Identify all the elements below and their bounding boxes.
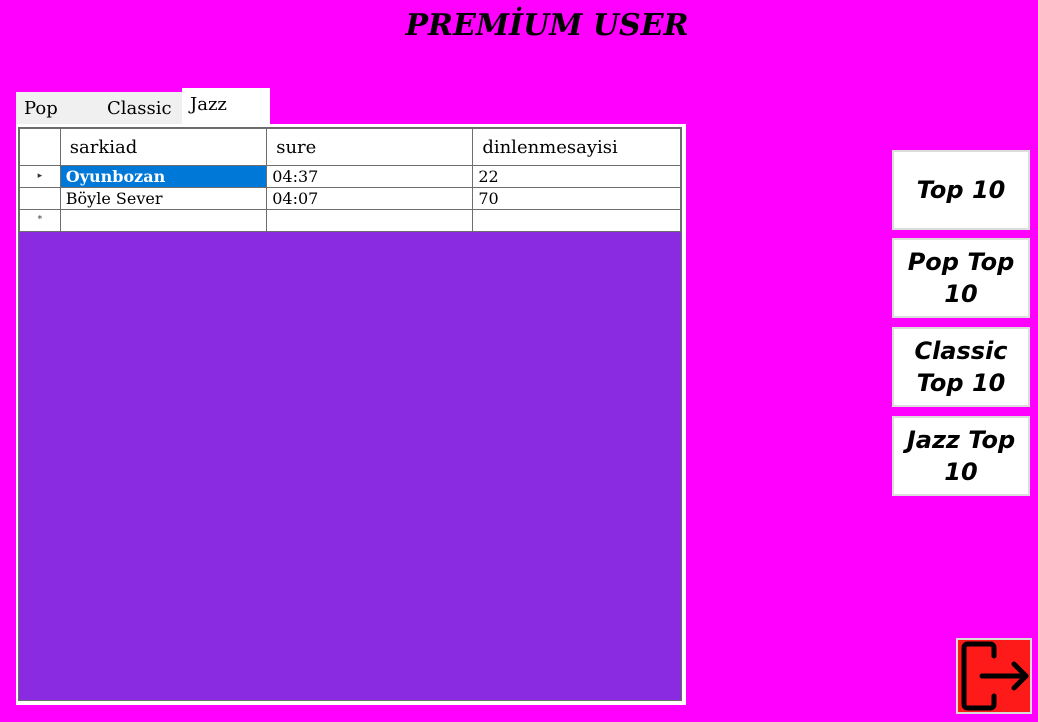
cell-sarkiad[interactable]: Böyle Sever: [59, 187, 268, 210]
new-cell-sarkiad[interactable]: [59, 209, 268, 232]
cell-sure[interactable]: 04:37: [266, 165, 474, 188]
new-row[interactable]: *: [19, 209, 681, 232]
table-row[interactable]: Böyle Sever 04:07 70: [19, 187, 681, 210]
new-cell-dinlenmesayisi[interactable]: [472, 209, 681, 232]
tab-jazz[interactable]: Jazz: [182, 88, 270, 125]
pop-top10-button-label: Pop Top 10: [907, 248, 1015, 308]
header-row: sarkiad sure dinlenmesayisi: [19, 128, 681, 166]
tab-pop[interactable]: Pop: [16, 92, 100, 125]
exit-button[interactable]: [956, 638, 1032, 714]
classic-top10-button[interactable]: Classic Top 10: [892, 327, 1030, 407]
column-header-sarkiad[interactable]: sarkiad: [59, 128, 268, 166]
pop-top10-button[interactable]: Pop Top 10: [892, 238, 1030, 318]
page-title: PREMİUM USER: [405, 8, 689, 43]
column-header-sure[interactable]: sure: [266, 128, 474, 166]
corner-header[interactable]: [19, 128, 61, 166]
tab-classic[interactable]: Classic: [99, 92, 183, 125]
current-row-indicator-icon[interactable]: ▸: [19, 165, 61, 188]
row-header[interactable]: [19, 187, 61, 210]
jazz-top10-button[interactable]: Jazz Top 10: [892, 416, 1030, 496]
cell-dinlenmesayisi[interactable]: 70: [472, 187, 681, 210]
top10-button[interactable]: Top 10: [892, 150, 1030, 230]
new-row-asterisk-icon[interactable]: *: [19, 209, 61, 232]
cell-sarkiad[interactable]: Oyunbozan: [59, 165, 268, 188]
table-row[interactable]: ▸ Oyunbozan 04:37 22: [19, 165, 681, 188]
cell-dinlenmesayisi[interactable]: 22: [472, 165, 681, 188]
songs-table: sarkiad sure dinlenmesayisi ▸ Oyunbozan …: [19, 128, 681, 232]
column-header-dinlenmesayisi[interactable]: dinlenmesayisi: [472, 128, 681, 166]
songs-data-grid[interactable]: sarkiad sure dinlenmesayisi ▸ Oyunbozan …: [18, 127, 682, 701]
exit-icon: [961, 641, 1029, 711]
cell-sure[interactable]: 04:07: [266, 187, 474, 210]
classic-top10-button-label: Classic Top 10: [914, 337, 1008, 397]
jazz-top10-button-label: Jazz Top 10: [906, 426, 1016, 486]
top10-button-label: Top 10: [916, 176, 1006, 204]
new-cell-sure[interactable]: [266, 209, 474, 232]
